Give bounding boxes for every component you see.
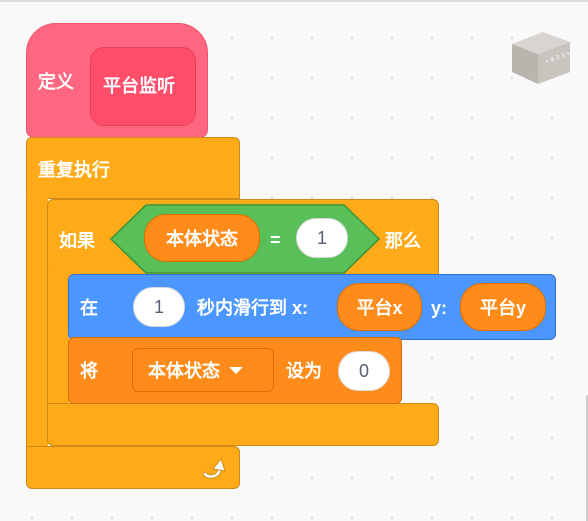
equals-sign: =: [270, 230, 281, 250]
if-block-arm[interactable]: [47, 272, 69, 407]
variable-dropdown[interactable]: 本体状态: [132, 348, 274, 392]
set-middle-text: 设为: [286, 361, 322, 381]
reporter-platform-x[interactable]: 平台x: [337, 283, 422, 331]
define-keyword: 定义: [38, 72, 74, 92]
variable-name: 本体状态: [148, 361, 220, 381]
procedure-name: 平台监听: [103, 76, 175, 96]
glide-middle-text: 秒内滑行到 x:: [197, 298, 309, 318]
reporter-body-state[interactable]: 本体状态: [144, 214, 260, 262]
y-label: y:: [431, 298, 448, 318]
caret-down-icon: [229, 366, 243, 374]
if-label: 如果: [59, 231, 95, 251]
seconds-input[interactable]: 1: [133, 287, 185, 327]
costume-cube-icon: • 4 3 3 •: [512, 32, 571, 84]
forever-label: 重复执行: [38, 160, 110, 180]
top-border: [0, 0, 588, 2]
glide-prefix: 在: [80, 298, 98, 318]
forever-block-arm[interactable]: [26, 195, 48, 451]
set-prefix: 将: [80, 361, 98, 381]
condition-value-input[interactable]: 1: [296, 218, 348, 258]
if-block-bottom[interactable]: [47, 403, 439, 446]
then-label: 那么: [385, 231, 421, 251]
reporter-platform-y[interactable]: 平台y: [460, 283, 546, 331]
set-value-input[interactable]: 0: [338, 351, 390, 391]
loop-arrow-icon: [202, 457, 226, 479]
